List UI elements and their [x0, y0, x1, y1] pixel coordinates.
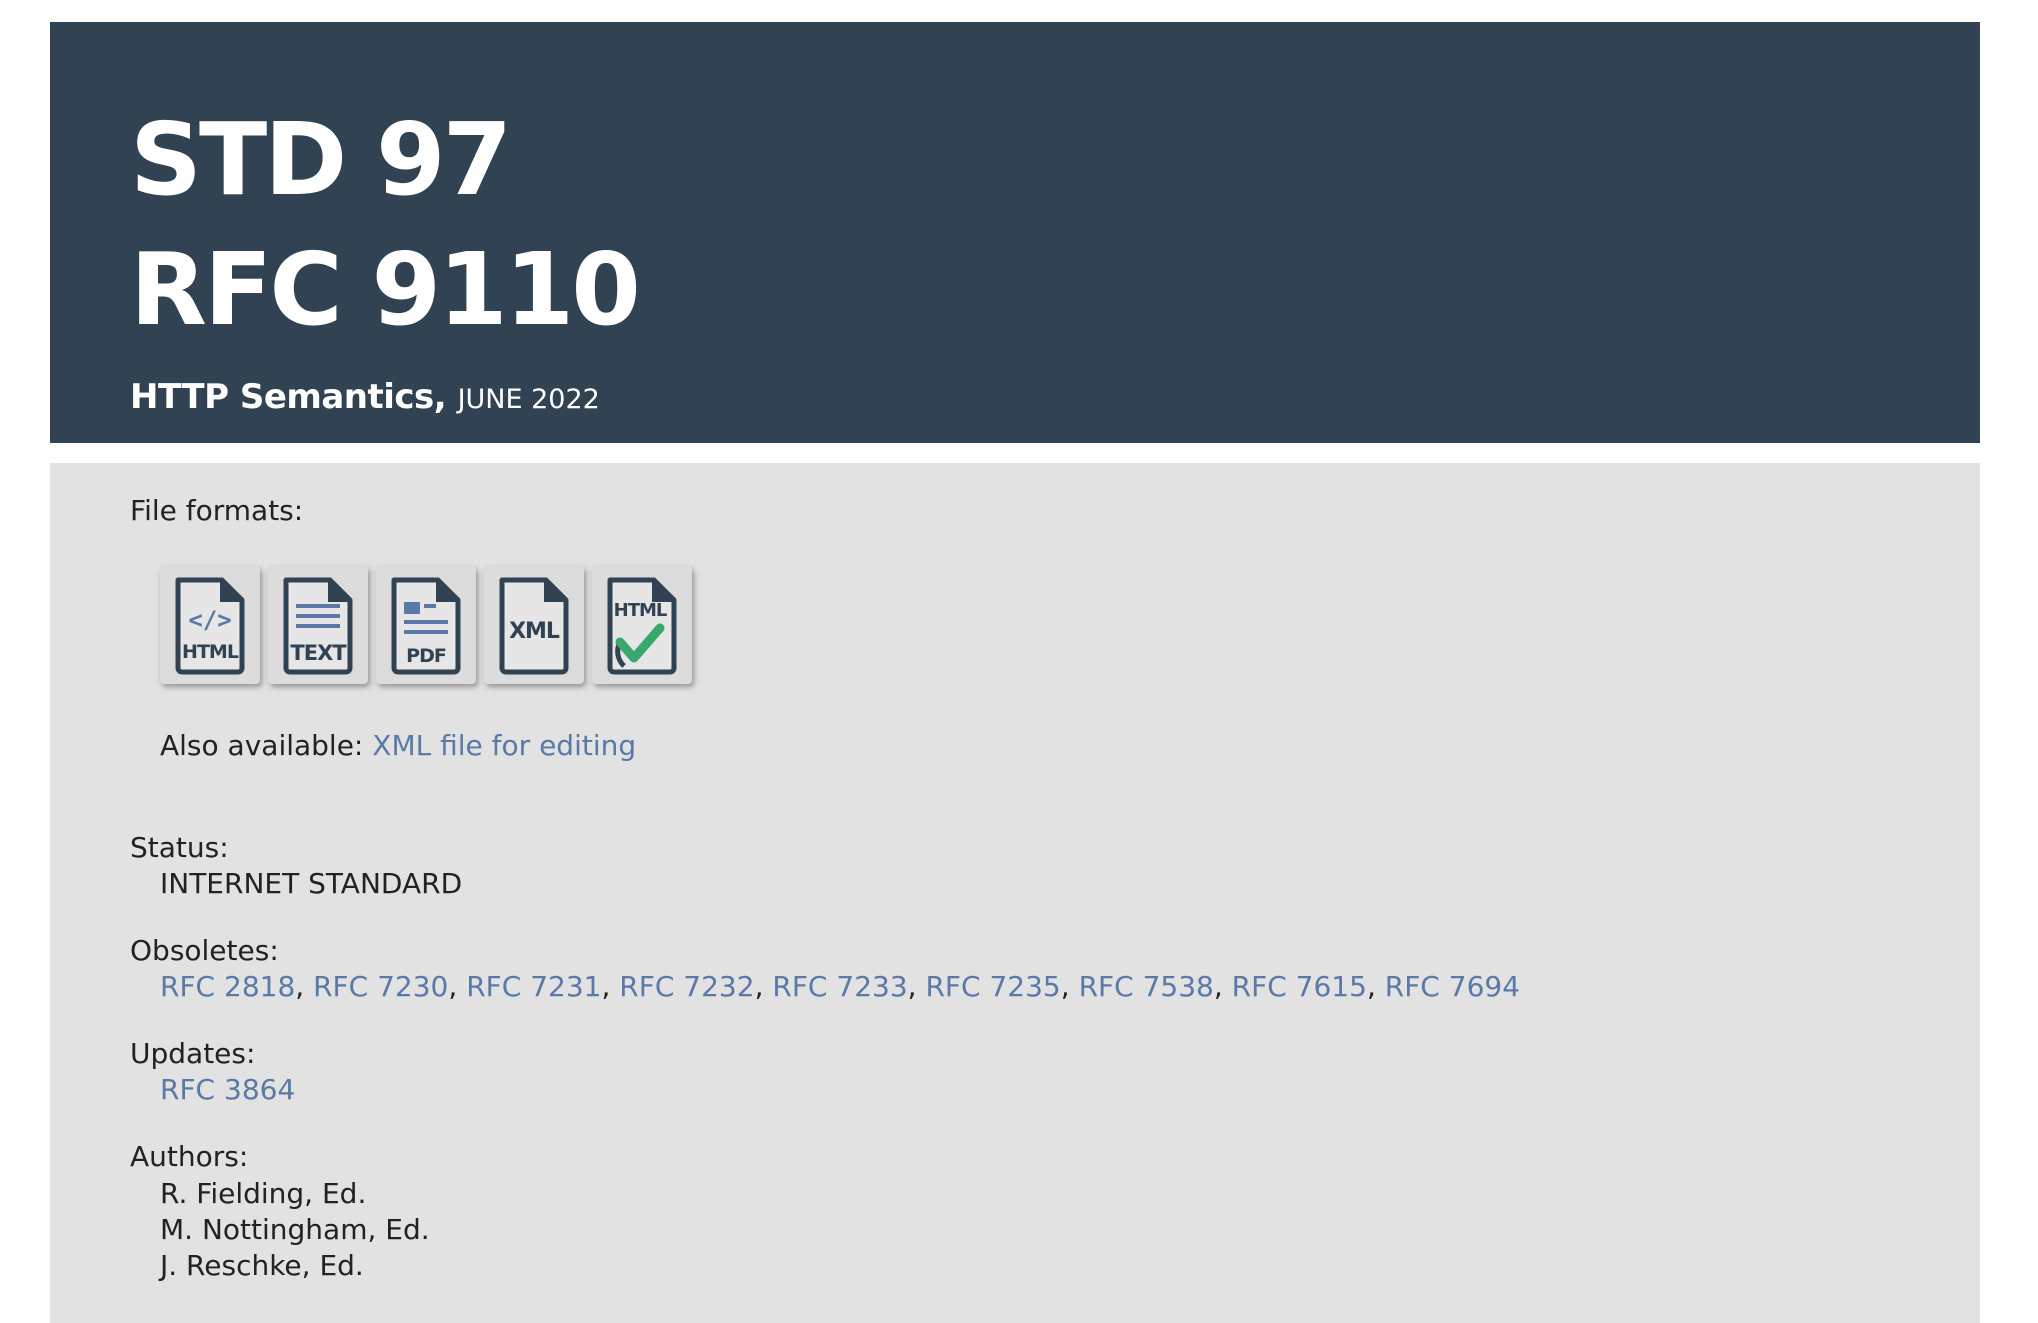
list-separator: , — [907, 970, 917, 1003]
list-separator: , — [1060, 970, 1070, 1003]
document-subtitle: HTTP Semantics, JUNE 2022 — [130, 375, 600, 422]
document-date: JUNE 2022 — [457, 384, 600, 415]
also-available: Also available: XML file for editing — [160, 728, 636, 764]
updates-list: RFC 3864 — [160, 1072, 295, 1108]
svg-text:XML: XML — [509, 619, 560, 644]
svg-text:PDF: PDF — [406, 645, 446, 667]
author-name: J. Reschke, Ed. — [160, 1249, 364, 1282]
authors-label: Authors: — [130, 1140, 249, 1173]
svg-text:TEXT: TEXT — [290, 641, 347, 665]
htmlized-format-button[interactable]: HTML — [592, 566, 692, 684]
obsoletes-label: Obsoletes: — [130, 934, 279, 967]
xml-format-button[interactable]: XML — [484, 566, 584, 684]
xml-format-icon: XML — [499, 577, 569, 675]
svg-text:HTML: HTML — [182, 641, 239, 663]
std-number: STD 97 — [130, 101, 512, 218]
list-separator: , — [601, 970, 611, 1003]
obsoletes-link[interactable]: RFC 2818 — [160, 970, 295, 1003]
obsoletes-link[interactable]: RFC 7538 — [1079, 970, 1214, 1003]
obsoletes-link[interactable]: RFC 7233 — [772, 970, 907, 1003]
rfc-number: RFC 9110 — [130, 231, 641, 348]
status-label: Status: — [130, 831, 229, 864]
list-separator: , — [754, 970, 764, 1003]
pdf-format-icon: PDF — [391, 577, 461, 675]
html-format-button[interactable]: </> HTML — [160, 566, 260, 684]
document-title: HTTP Semantics, — [130, 377, 447, 417]
also-available-label: Also available: — [160, 729, 364, 762]
obsoletes-list: RFC 2818, RFC 7230, RFC 7231, RFC 7232, … — [160, 969, 1520, 1005]
file-formats-label: File formats: — [130, 494, 304, 527]
obsoletes-link[interactable]: RFC 7235 — [925, 970, 1060, 1003]
htmlized-format-icon: HTML — [607, 577, 677, 675]
list-separator: , — [1213, 970, 1223, 1003]
obsoletes-link[interactable]: RFC 7230 — [313, 970, 448, 1003]
obsoletes-link[interactable]: RFC 7231 — [466, 970, 601, 1003]
svg-text:HTML: HTML — [614, 600, 667, 621]
text-format-button[interactable]: TEXT — [268, 566, 368, 684]
xml-for-editing-link[interactable]: XML file for editing — [372, 729, 636, 762]
obsoletes-link[interactable]: RFC 7232 — [619, 970, 754, 1003]
page-header: STD 97 RFC 9110 HTTP Semantics, JUNE 202… — [50, 22, 1980, 443]
updates-link[interactable]: RFC 3864 — [160, 1073, 295, 1106]
status-value: INTERNET STANDARD — [160, 867, 463, 900]
obsoletes-link[interactable]: RFC 7615 — [1232, 970, 1367, 1003]
updates-label: Updates: — [130, 1037, 256, 1070]
html-format-icon: </> HTML — [175, 577, 245, 675]
author-name: R. Fielding, Ed. — [160, 1177, 367, 1210]
list-separator: , — [1366, 970, 1376, 1003]
svg-text:</>: </> — [188, 606, 231, 634]
list-separator: , — [448, 970, 458, 1003]
list-separator: , — [295, 970, 305, 1003]
author-name: M. Nottingham, Ed. — [160, 1213, 430, 1246]
text-format-icon: TEXT — [283, 577, 353, 675]
obsoletes-link[interactable]: RFC 7694 — [1385, 970, 1520, 1003]
info-panel: File formats: </> HTML TEXT PDF XML HTML… — [50, 463, 1980, 1323]
pdf-format-button[interactable]: PDF — [376, 566, 476, 684]
